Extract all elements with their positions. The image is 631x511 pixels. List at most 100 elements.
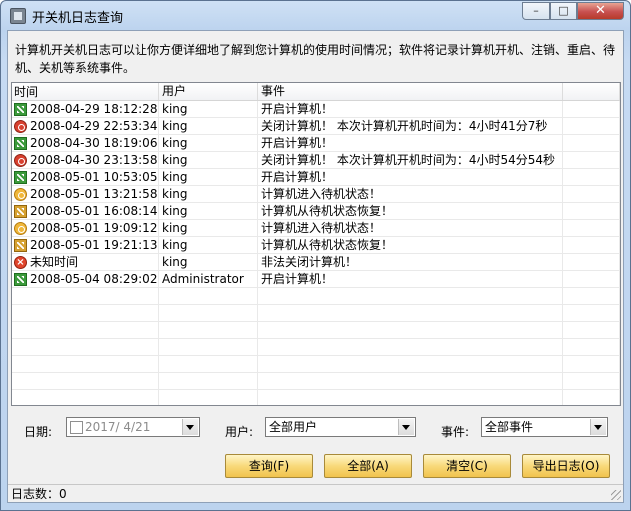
- minimize-button[interactable]: –: [522, 2, 550, 20]
- table-row[interactable]: 2008-05-04 08:29:02 Administrator 开启计算机！: [12, 271, 620, 288]
- resume-icon: [14, 204, 27, 218]
- cell-user: [159, 322, 258, 338]
- time-text: 2008-04-29 18:12:28: [30, 102, 158, 116]
- cell-user: king: [159, 152, 258, 168]
- cell-user: king: [159, 135, 258, 151]
- cell-filler: [563, 322, 620, 338]
- table-body: 2008-04-29 18:12:28 king 开启计算机！ 2008-04-29 …: [12, 101, 620, 405]
- cell-filler: [563, 101, 620, 117]
- cell-filler: [563, 152, 620, 168]
- cell-event: 非法关闭计算机！: [258, 254, 563, 270]
- chevron-down-icon[interactable]: [182, 419, 198, 435]
- cell-event: 开启计算机！: [258, 271, 563, 287]
- app-window: 开关机日志查询 – □ ✕ 计算机开关机日志可以让你方便详细地了解到您计算机的使…: [0, 0, 631, 511]
- cell-time: 2008-04-29 18:12:28: [12, 101, 159, 117]
- time-text: 2008-05-01 19:09:12: [30, 221, 158, 235]
- shutdown-icon: [14, 119, 27, 133]
- column-header-event[interactable]: 事件: [258, 83, 563, 100]
- time-text: 2008-05-01 16:08:14: [30, 204, 158, 218]
- cell-filler: [563, 254, 620, 270]
- cell-time: 2008-05-04 08:29:02: [12, 271, 159, 287]
- empty-row: [12, 322, 620, 339]
- cell-time: 2008-05-01 16:08:14: [12, 203, 159, 219]
- cell-time: [12, 322, 159, 338]
- window-title: 开关机日志查询: [32, 11, 124, 26]
- event-select[interactable]: 全部事件: [481, 417, 608, 437]
- user-select-value: 全部用户: [269, 420, 318, 434]
- date-checkbox[interactable]: [70, 421, 83, 434]
- cell-time: [12, 356, 159, 372]
- time-text: 2008-05-01 13:21:58: [30, 187, 158, 201]
- date-label: 日期:: [24, 425, 53, 439]
- cell-filler: [563, 186, 620, 202]
- table-row[interactable]: 2008-04-30 23:13:58 king 关闭计算机！ 本次计算机开机时间为…: [12, 152, 620, 169]
- standby-icon: [14, 221, 27, 235]
- empty-row: [12, 339, 620, 356]
- cell-time: 2008-05-01 13:21:58: [12, 186, 159, 202]
- cell-time: [12, 288, 159, 304]
- empty-row: [12, 356, 620, 373]
- description-text: 计算机开关机日志可以让你方便详细地了解到您计算机的使用时间情况；软件将记录计算机…: [15, 43, 616, 75]
- close-button[interactable]: ✕: [577, 2, 624, 20]
- title-bar[interactable]: 开关机日志查询 – □ ✕: [1, 1, 630, 29]
- startup-icon: [14, 136, 27, 150]
- table-row[interactable]: 2008-05-01 19:09:12 king 计算机进入待机状态！: [12, 220, 620, 237]
- cell-event: [258, 339, 563, 355]
- cell-time: 2008-04-30 23:13:58: [12, 152, 159, 168]
- table-row[interactable]: × 未知时间 king 非法关闭计算机！: [12, 254, 620, 271]
- table-row[interactable]: 2008-05-01 19:21:13 king 计算机从待机状态恢复！: [12, 237, 620, 254]
- date-picker[interactable]: 2017/ 4/21: [66, 417, 200, 437]
- cell-event: [258, 322, 563, 338]
- column-header-filler: [563, 83, 620, 100]
- column-header-user[interactable]: 用户: [159, 83, 258, 100]
- table-row[interactable]: 2008-05-01 13:21:58 king 计算机进入待机状态！: [12, 186, 620, 203]
- startup-icon: [14, 170, 27, 184]
- shutdown-icon: [14, 153, 27, 167]
- cell-event: [258, 390, 563, 405]
- user-select[interactable]: 全部用户: [265, 417, 416, 437]
- cell-user: king: [159, 203, 258, 219]
- status-bar: 日志数：0: [8, 484, 623, 502]
- cell-user: king: [159, 169, 258, 185]
- cell-filler: [563, 339, 620, 355]
- log-table[interactable]: 时间 用户 事件 2008-04-29 18:12:28 king 开启计算机！ 20…: [11, 82, 621, 406]
- cell-filler: [563, 237, 620, 253]
- client-area: 计算机开关机日志可以让你方便详细地了解到您计算机的使用时间情况；软件将记录计算机…: [7, 30, 624, 503]
- table-header: 时间 用户 事件: [12, 83, 620, 101]
- cell-user: [159, 373, 258, 389]
- cell-event: 计算机进入待机状态！: [258, 220, 563, 236]
- table-row[interactable]: 2008-04-30 18:19:06 king 开启计算机！: [12, 135, 620, 152]
- table-row[interactable]: 2008-04-29 22:53:34 king 关闭计算机！ 本次计算机开机时间为…: [12, 118, 620, 135]
- cell-user: Administrator: [159, 271, 258, 287]
- cell-filler: [563, 220, 620, 236]
- chevron-down-icon[interactable]: [590, 419, 606, 435]
- table-row[interactable]: 2008-05-01 16:08:14 king 计算机从待机状态恢复！: [12, 203, 620, 220]
- cell-user: [159, 390, 258, 405]
- cell-user: king: [159, 220, 258, 236]
- cell-event: 关闭计算机！ 本次计算机开机时间为：4小时54分54秒: [258, 152, 563, 168]
- cell-event: [258, 356, 563, 372]
- cell-filler: [563, 356, 620, 372]
- cell-filler: [563, 271, 620, 287]
- cell-filler: [563, 390, 620, 405]
- standby-icon: [14, 187, 27, 201]
- cell-time: [12, 390, 159, 405]
- column-header-time[interactable]: 时间: [12, 83, 159, 100]
- clear-button[interactable]: 清空(C): [423, 454, 511, 478]
- cell-user: king: [159, 254, 258, 270]
- app-icon: [10, 8, 26, 24]
- empty-row: [12, 373, 620, 390]
- chevron-down-icon[interactable]: [398, 419, 414, 435]
- resize-grip-icon[interactable]: [611, 490, 621, 500]
- date-value: 2017/ 4/21: [85, 420, 151, 434]
- show-all-button[interactable]: 全部(A): [324, 454, 412, 478]
- table-row[interactable]: 2008-05-01 10:53:05 king 开启计算机！: [12, 169, 620, 186]
- table-row[interactable]: 2008-04-29 18:12:28 king 开启计算机！: [12, 101, 620, 118]
- empty-row: [12, 390, 620, 405]
- resume-icon: [14, 238, 27, 252]
- query-button[interactable]: 查询(F): [225, 454, 313, 478]
- event-select-value: 全部事件: [485, 420, 534, 434]
- export-log-button[interactable]: 导出日志(O): [522, 454, 610, 478]
- cell-user: king: [159, 101, 258, 117]
- maximize-button[interactable]: □: [550, 2, 577, 20]
